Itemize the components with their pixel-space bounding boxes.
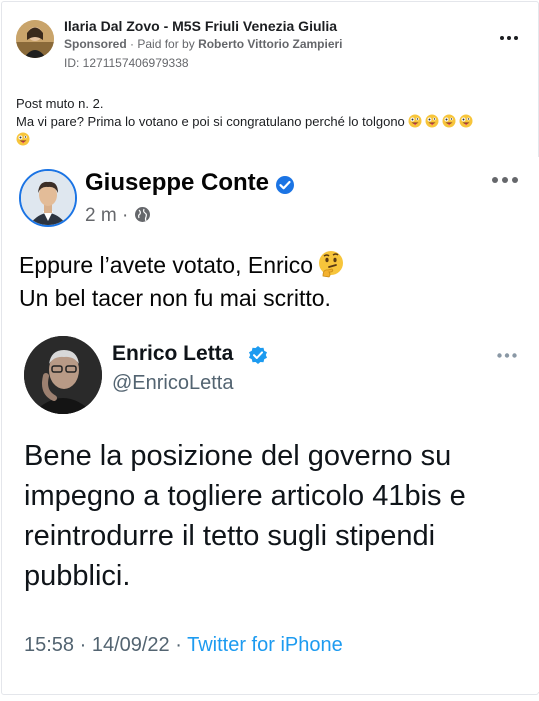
conte-post-text: Eppure l’avete votato, Enrico Un bel tac… [19, 249, 519, 315]
conte-post-time: 2 m · [85, 205, 129, 226]
tweet-text-line: impegno a togliere articolo 41bis e [24, 480, 466, 512]
ad-id: ID: 1271157406979338 [64, 56, 189, 70]
more-options-icon [492, 177, 518, 183]
verified-badge-icon [276, 176, 294, 194]
letta-avatar [24, 336, 102, 414]
zany-face-icon [442, 114, 456, 128]
tweet-datetime: 15:58 · 14/09/22 · [24, 634, 182, 656]
zany-face-icon [425, 114, 439, 128]
paid-prefix: · Paid for by [130, 37, 195, 51]
tweet-text-line: reintrodurre il tetto sugli stipendi [24, 520, 436, 552]
conte-text-line2: Un bel tacer non fu mai scritto. [19, 285, 331, 311]
page-name[interactable]: Ilaria Dal Zovo - M5S Friuli Venezia Giu… [64, 18, 337, 34]
more-options-icon [497, 353, 517, 358]
letta-handle: @EnricoLetta [112, 372, 234, 394]
embedded-tweet: Enrico Letta @EnricoLetta Bene la posizi… [4, 324, 539, 692]
post-text-line2-body: Ma vi pare? Prima lo votano e poi si con… [16, 114, 405, 129]
tweet-footer: 15:58 · 14/09/22 · Twitter for iPhone [24, 634, 343, 657]
thinking-face-icon [319, 251, 344, 278]
post-image[interactable]: Giuseppe Conte 2 m · Eppure l’avete vota… [3, 157, 539, 692]
more-options-icon[interactable] [498, 34, 520, 42]
conte-name: Giuseppe Conte [85, 169, 270, 196]
conte-avatar [19, 169, 77, 227]
zany-face-icon [16, 132, 30, 146]
post-text: Post muto n. 2. Ma vi pare? Prima lo vot… [16, 95, 528, 149]
conte-avatar-image [21, 171, 75, 225]
sponsored-label: Sponsored [64, 37, 127, 51]
conte-post-meta: 2 m · [85, 205, 151, 227]
zany-face-icon [408, 114, 422, 128]
post-text-line3 [16, 131, 528, 149]
page-avatar[interactable] [16, 20, 54, 58]
post-text-line1: Post muto n. 2. [16, 96, 104, 111]
tweet-text-line: pubblici. [24, 560, 131, 592]
post-text-line2: Ma vi pare? Prima lo votano e poi si con… [16, 113, 528, 131]
verified-badge-icon [249, 346, 267, 364]
paid-by-name[interactable]: Roberto Vittorio Zampieri [198, 37, 342, 51]
conte-text-line1: Eppure l’avete votato, Enrico [19, 249, 519, 282]
globe-icon [134, 207, 150, 222]
sponsored-post-card: Ilaria Dal Zovo - M5S Friuli Venezia Giu… [1, 1, 539, 695]
zany-face-icon [459, 114, 473, 128]
letta-name: Enrico Letta [112, 342, 234, 365]
tweet-text: Bene la posizione del governo su impegno… [24, 436, 524, 596]
tweet-source: Twitter for iPhone [187, 634, 343, 656]
sponsored-line: Sponsored · Paid for by Roberto Vittorio… [64, 37, 343, 51]
conte-text-line1-body: Eppure l’avete votato, Enrico [19, 252, 314, 278]
letta-avatar-image [24, 336, 102, 414]
tweet-text-line: Bene la posizione del governo su [24, 440, 452, 472]
page-avatar-image [16, 20, 54, 58]
